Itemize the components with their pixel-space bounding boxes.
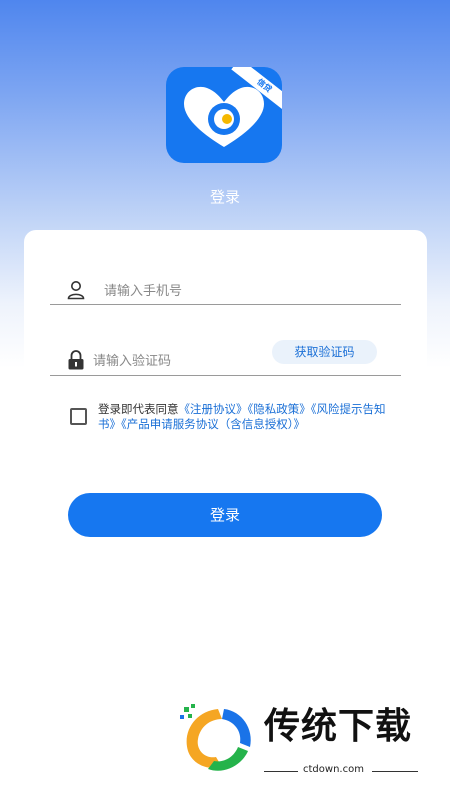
agreement-checkbox[interactable]: [70, 408, 87, 425]
user-icon: [67, 281, 85, 300]
page-title: 登录: [209, 188, 240, 206]
phone-input[interactable]: [102, 280, 386, 302]
link-register-agreement[interactable]: 《注册协议》: [179, 402, 248, 416]
lock-icon: [68, 350, 84, 370]
watermark-divider: [264, 771, 298, 772]
watermark-logo-icon: [180, 704, 251, 771]
app-icon: 信贷: [166, 67, 282, 163]
watermark-title: 传统下载: [264, 706, 413, 747]
send-code-button[interactable]: 获取验证码: [272, 340, 377, 364]
watermark-divider: [372, 771, 418, 772]
agreement-text: 登录即代表同意《注册协议》《隐私政策》《风险提示告知书》《产品申请服务协议（含信…: [98, 402, 388, 432]
code-field: 获取验证码: [50, 340, 401, 376]
link-service-agreement[interactable]: 《产品申请服务协议（含信息授权）》: [121, 417, 305, 431]
login-button[interactable]: 登录: [68, 493, 382, 537]
phone-field: [50, 276, 401, 305]
watermark-domain: ctdown.com: [303, 764, 364, 775]
agreement-prefix: 登录即代表同意: [98, 402, 179, 416]
link-privacy-policy[interactable]: 《隐私政策》: [248, 402, 311, 416]
code-input[interactable]: [91, 350, 265, 372]
